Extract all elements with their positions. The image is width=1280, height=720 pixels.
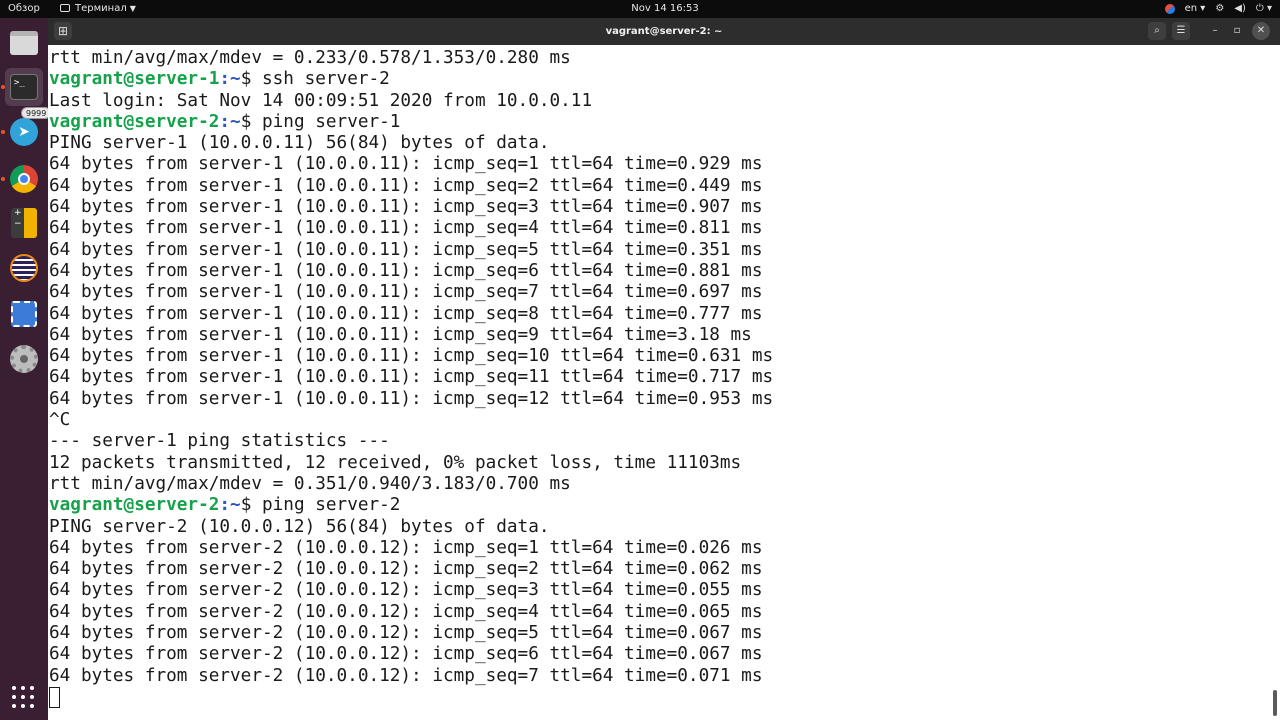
volume-icon[interactable]: ◀) [1234,0,1246,18]
prompt-line: vagrant@server-2:~$ ping server-1 [49,112,1280,133]
prompt-command: $ ssh server-2 [240,69,390,90]
chrome-icon [10,165,38,193]
top-bar: Обзор Терминал ▼ Nov 14 16:53 en ▾ ⚙ ◀) ⏻… [0,0,1280,18]
prompt-user: vagrant@server-2 [49,495,220,516]
dock-chrome[interactable] [5,160,43,198]
dock-files[interactable] [5,24,43,62]
window-title: vagrant@server-2: ~ [605,26,723,37]
prompt-line: vagrant@server-1:~$ ssh server-2 [49,69,1280,90]
search-button[interactable]: ⌕ [1148,22,1166,40]
prompt-line: vagrant@server-2:~$ ping server-2 [49,495,1280,516]
language-indicator[interactable]: en ▾ [1185,0,1206,18]
ping-reply-line: 64 bytes from server-1 (10.0.0.11): icmp… [49,388,774,409]
ping-reply-line: 64 bytes from server-1 (10.0.0.11): icmp… [49,154,763,175]
ping-reply-line: 64 bytes from server-1 (10.0.0.11): icmp… [49,367,774,388]
app-grid-icon[interactable] [12,686,34,708]
ping-reply-line: 64 bytes from server-2 (10.0.0.12): icmp… [49,559,763,580]
scrollbar[interactable] [1273,690,1277,716]
close-button[interactable]: ✕ [1252,22,1270,40]
prompt-command: $ ping server-2 [240,495,401,516]
ping-reply-line: 64 bytes from server-2 (10.0.0.12): icmp… [49,601,763,622]
ping-reply-line: 64 bytes from server-2 (10.0.0.12): icmp… [49,644,763,665]
dock-settings[interactable] [5,340,43,378]
ping-reply-line: 64 bytes from server-1 (10.0.0.11): icmp… [49,239,763,260]
prompt-path: :~ [219,495,241,516]
minimize-button[interactable]: – [1206,22,1224,40]
dock-telegram[interactable]: ➤ 9999 [5,107,52,151]
notification-badge: 9999 [21,107,52,119]
ping-reply-line: 64 bytes from server-1 (10.0.0.11): icmp… [49,260,763,281]
terminal-line: ^C [49,410,71,431]
chrome-indicator-icon[interactable] [1164,4,1175,14]
menu-button[interactable]: ☰ [1172,22,1190,40]
running-indicator [1,177,5,181]
terminal-icon: >_ [10,74,38,100]
terminal-line: PING server-2 (10.0.0.12) 56(84) bytes o… [49,516,550,537]
ping-reply-line: 64 bytes from server-2 (10.0.0.12): icmp… [49,623,763,644]
terminal-cursor [49,686,60,708]
ping-reply-line: 64 bytes from server-2 (10.0.0.12): icmp… [49,580,763,601]
maximize-button[interactable]: ▫ [1228,22,1246,40]
ping-reply-line: 64 bytes from server-1 (10.0.0.11): icmp… [49,324,752,345]
dock-terminal[interactable]: >_ [5,68,43,106]
ping-reply-line: 64 bytes from server-1 (10.0.0.11): icmp… [49,175,763,196]
system-tray[interactable]: en ▾ ⚙ ◀) ⏻ ▾ [1164,0,1272,18]
prompt-user: vagrant@server-1 [49,69,220,90]
terminal-line: --- server-1 ping statistics --- [49,431,390,452]
terminal-line: Last login: Sat Nov 14 00:09:51 2020 fro… [49,90,593,111]
ping-reply-line: 64 bytes from server-1 (10.0.0.11): icmp… [49,218,763,239]
dock-calculator[interactable]: + − [5,204,43,242]
terminal-line: 12 packets transmitted, 12 received, 0% … [49,452,742,473]
telegram-icon: ➤ [10,118,38,146]
language-label: en [1184,3,1198,14]
terminal-output[interactable]: rtt min/avg/max/mdev = 0.233/0.578/1.353… [48,45,1280,720]
network-icon[interactable]: ⚙ [1215,0,1224,18]
power-icon[interactable]: ⏻ ▾ [1256,0,1272,18]
terminal-line: PING server-1 (10.0.0.11) 56(84) bytes o… [49,133,550,154]
ping-reply-line: 64 bytes from server-1 (10.0.0.11): icmp… [49,282,763,303]
window-header: ⊞ vagrant@server-2: ~ ⌕ ☰ – ▫ ✕ [48,18,1280,45]
calculator-icon: + − [11,208,37,238]
running-indicator [1,85,5,89]
terminal-line: rtt min/avg/max/mdev = 0.233/0.578/1.353… [49,48,571,68]
ping-reply-line: 64 bytes from server-1 (10.0.0.11): icmp… [49,303,763,324]
ping-reply-line: 64 bytes from server-2 (10.0.0.12): icmp… [49,665,763,686]
prompt-command: $ ping server-1 [240,111,401,132]
screenshot-icon [11,301,37,327]
cursor-line[interactable] [49,686,1280,708]
dock-eclipse[interactable] [5,249,43,287]
files-icon [10,31,38,55]
terminal-line: rtt min/avg/max/mdev = 0.351/0.940/3.183… [49,473,571,494]
prompt-path: :~ [219,111,241,132]
running-indicator [1,130,5,134]
dock: >_ ➤ 9999 + − [0,18,52,720]
ping-reply-line: 64 bytes from server-1 (10.0.0.11): icmp… [49,346,774,367]
ping-reply-line: 64 bytes from server-1 (10.0.0.11): icmp… [49,197,763,218]
clock[interactable]: Nov 14 16:53 [0,0,1280,18]
prompt-user: vagrant@server-2 [49,111,220,132]
eclipse-icon [10,254,38,282]
prompt-path: :~ [219,69,241,90]
ping-reply-line: 64 bytes from server-2 (10.0.0.12): icmp… [49,537,763,558]
settings-icon [10,345,38,373]
dock-screenshot[interactable] [5,295,43,333]
